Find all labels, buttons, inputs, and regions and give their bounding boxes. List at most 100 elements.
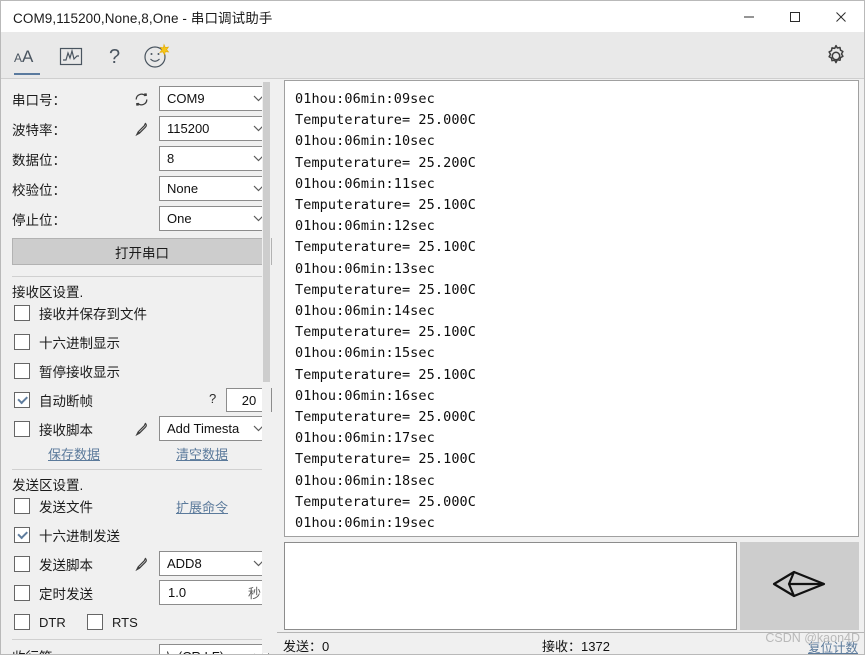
terminal-line: Temputerature= 25.100C: [295, 366, 477, 383]
send-interval-value: 1.0: [168, 585, 187, 600]
checkbox-receive-script[interactable]: 接收脚本: [14, 418, 93, 440]
checkbox-box[interactable]: [14, 585, 30, 601]
checkbox-label: DTR: [39, 614, 66, 630]
scrollbar-thumb[interactable]: [263, 82, 270, 382]
clear-data-link[interactable]: 清空数据: [176, 444, 228, 463]
settings-scrollbar[interactable]: [262, 82, 271, 653]
svg-text:?: ?: [109, 46, 120, 68]
font-size-icon[interactable]: A A: [5, 36, 49, 76]
close-button[interactable]: [818, 1, 864, 32]
checkbox-label: 定时发送: [39, 587, 93, 602]
parity-row: 校验位：: [12, 176, 66, 202]
checkbox-rts[interactable]: RTS: [87, 611, 138, 633]
send-interval-input[interactable]: 1.0 秒: [159, 580, 269, 605]
terminal-line: Temputerature= 25.100C: [295, 197, 477, 214]
checkbox-box[interactable]: [87, 614, 103, 630]
terminal-line: Temputerature= 25.000C: [295, 493, 477, 510]
frame-help-icon[interactable]: ?: [209, 391, 216, 406]
svg-text:A: A: [22, 47, 34, 66]
checkbox-label: 发送脚本: [39, 558, 93, 573]
checkbox-send-script[interactable]: 发送脚本: [14, 553, 93, 575]
checkbox-box[interactable]: [14, 498, 30, 514]
checkbox-box[interactable]: [14, 421, 30, 437]
baud-label: 波特率：: [12, 123, 66, 138]
parity-value: None: [167, 181, 199, 196]
svg-text:A: A: [14, 51, 22, 65]
terminal-line: 01hou:06min:09sec: [295, 91, 435, 107]
port-select[interactable]: COM9: [159, 86, 269, 111]
parity-select[interactable]: None: [159, 176, 269, 201]
parity-label: 校验位：: [12, 183, 66, 198]
open-port-button[interactable]: 打开串口: [12, 238, 272, 265]
checkbox-box[interactable]: [14, 556, 30, 572]
reset-counter-link[interactable]: 复位计数: [808, 637, 858, 654]
gear-icon[interactable]: [818, 38, 854, 74]
checkbox-hex-send[interactable]: 十六进制发送: [14, 524, 120, 546]
databits-row: 数据位：: [12, 146, 66, 172]
terminal-line: Temputerature= 25.100C: [295, 451, 477, 468]
checkbox-box[interactable]: [14, 614, 30, 630]
paper-plane-send-icon: [772, 564, 828, 609]
help-question-icon[interactable]: ?: [93, 36, 137, 76]
window-controls: [726, 1, 864, 32]
checkbox-box[interactable]: [14, 527, 30, 543]
checkbox-label: 接收并保存到文件: [39, 307, 147, 322]
serial-assistant-window: COM9,115200,None,8,One - 串口调试助手 A A ? 串口…: [0, 0, 865, 655]
checkbox-box[interactable]: [14, 392, 30, 408]
checkbox-pause-display[interactable]: 暂停接收显示: [14, 360, 120, 382]
window-title: COM9,115200,None,8,One - 串口调试助手: [13, 10, 273, 26]
sent-count: 发送：0: [283, 639, 330, 654]
refresh-icon[interactable]: [132, 90, 150, 108]
clipped-row-label: 收行符: [12, 646, 53, 654]
terminal-line: Temputerature= 25.200C: [295, 154, 477, 171]
received-count: 接收：1372: [542, 639, 610, 654]
send-input[interactable]: [284, 542, 737, 630]
databits-select[interactable]: 8: [159, 146, 269, 171]
baud-select[interactable]: 115200: [159, 116, 269, 141]
receive-section-title: 接收区设置.: [12, 285, 84, 300]
minimize-button[interactable]: [726, 1, 772, 32]
smiley-star-icon[interactable]: [135, 36, 179, 76]
send-button[interactable]: [740, 542, 859, 630]
terminal-line: 01hou:06min:11sec: [295, 175, 435, 192]
receive-output-area[interactable]: 01hou:06min:09sec Temputerature= 25.000C 0…: [284, 80, 859, 537]
terminal-line: 01hou:06min:14sec: [295, 303, 435, 320]
checkbox-label: RTS: [112, 614, 138, 630]
extend-command-link[interactable]: 扩展命令: [176, 497, 228, 516]
pen-edit-icon[interactable]: [132, 555, 150, 573]
save-data-link[interactable]: 保存数据: [48, 444, 100, 463]
checkbox-box[interactable]: [14, 305, 30, 321]
pen-edit-icon[interactable]: [132, 120, 150, 138]
port-value: COM9: [167, 91, 205, 106]
stopbits-row: 停止位：: [12, 206, 66, 232]
pen-edit-icon[interactable]: [132, 420, 150, 438]
checkbox-box[interactable]: [14, 363, 30, 379]
checkbox-label: 发送文件: [39, 500, 93, 515]
send-section-title: 发送区设置.: [12, 478, 84, 493]
status-bar: 发送：0 接收：1372 复位计数: [277, 632, 864, 654]
terminal-line: 01hou:06min:19sec: [295, 515, 435, 532]
waveform-chart-icon[interactable]: [49, 36, 93, 76]
title-bar: COM9,115200,None,8,One - 串口调试助手: [1, 1, 864, 32]
terminal-line: Temputerature= 25.100C: [295, 324, 477, 341]
terminal-line: 01hou:06min:15sec: [295, 345, 435, 362]
divider: [12, 276, 270, 277]
checkbox-auto-frame-break[interactable]: 自动断帧: [14, 389, 93, 411]
checkbox-hex-display[interactable]: 十六进制显示: [14, 331, 120, 353]
port-label: 串口号：: [12, 93, 66, 108]
divider: [12, 639, 270, 640]
send-script-select[interactable]: ADD8: [159, 551, 269, 576]
maximize-button[interactable]: [772, 1, 818, 32]
receive-script-select[interactable]: Add Timesta: [159, 416, 269, 441]
checkbox-send-file[interactable]: 发送文件: [14, 495, 93, 517]
terminal-line: 01hou:06min:12sec: [295, 218, 435, 235]
checkbox-box[interactable]: [14, 334, 30, 350]
terminal-line: Temputerature= 25.100C: [295, 239, 477, 256]
checkbox-dtr[interactable]: DTR: [14, 611, 66, 633]
stopbits-select[interactable]: One: [159, 206, 269, 231]
checkbox-save-to-file[interactable]: 接收并保存到文件: [14, 302, 147, 324]
clipped-row-select[interactable]: \n(CR LF): [159, 644, 269, 654]
checkbox-timed-send[interactable]: 定时发送: [14, 582, 93, 604]
terminal-line: Temputerature= 25.000C: [295, 112, 477, 129]
toolbar: A A ?: [1, 32, 864, 79]
